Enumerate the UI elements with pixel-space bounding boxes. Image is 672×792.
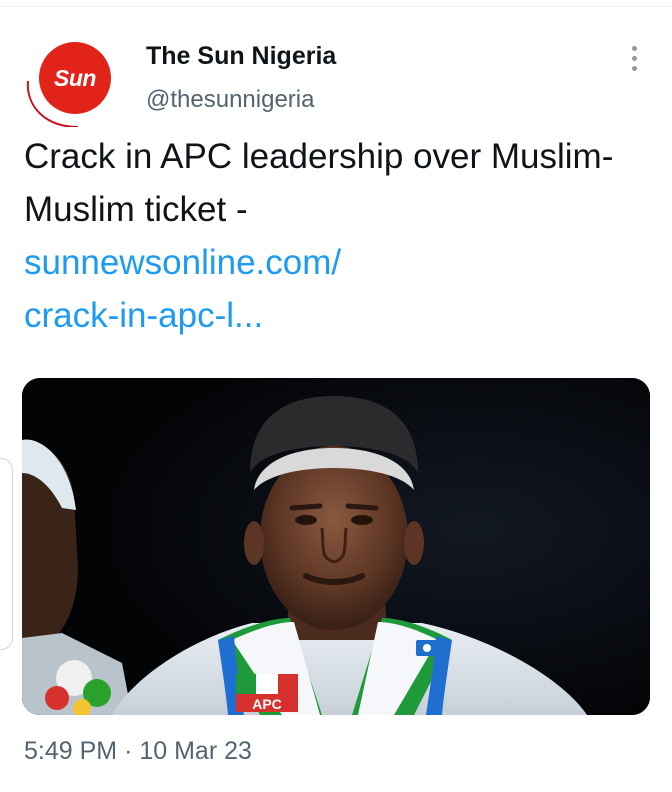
photo-illustration: APC xyxy=(22,378,650,715)
tweet-link-line-1[interactable]: sunnewsonline.com/ xyxy=(24,243,341,282)
tweet-time[interactable]: 5:49 PM xyxy=(24,737,117,765)
tweet-date[interactable]: 10 Mar 23 xyxy=(139,737,252,765)
tweet-photo[interactable]: APC xyxy=(22,378,650,715)
more-vertical-icon xyxy=(631,45,637,51)
media-badge-text: APC xyxy=(252,696,282,712)
meta-separator: · xyxy=(124,737,133,765)
tweet-text: Crack in APC leadership over Muslim-Musl… xyxy=(24,137,614,229)
avatar[interactable]: Sun xyxy=(22,37,112,127)
avatar-logo: Sun xyxy=(39,42,111,114)
tweet-body: Crack in APC leadership over Muslim-Musl… xyxy=(24,130,654,342)
tweet-metadata: 5:49 PM · 10 Mar 23 xyxy=(24,737,252,766)
side-panel-handle[interactable] xyxy=(0,458,13,650)
avatar-logo-text: Sun xyxy=(54,64,96,91)
user-handle[interactable]: @thesunnigeria xyxy=(146,86,314,114)
tweet-link-line-2[interactable]: crack-in-apc-l... xyxy=(24,296,263,335)
more-options-button[interactable] xyxy=(622,40,646,76)
display-name[interactable]: The Sun Nigeria xyxy=(146,42,336,71)
top-divider xyxy=(0,0,672,7)
